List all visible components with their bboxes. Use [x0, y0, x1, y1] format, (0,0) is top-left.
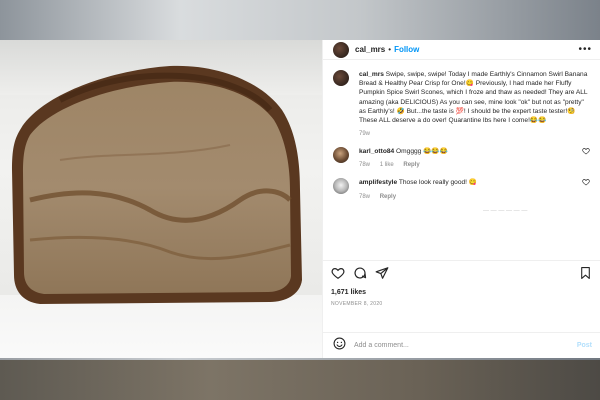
- comment-text: Those look really good! 😋: [398, 179, 478, 187]
- share-icon[interactable]: [375, 266, 389, 285]
- commenter-avatar[interactable]: [333, 147, 349, 164]
- post-header: cal_mrs • Follow •••: [323, 40, 600, 60]
- post-date[interactable]: NOVEMBER 8, 2020: [331, 301, 592, 307]
- comment-username[interactable]: amplifestyle: [359, 179, 397, 186]
- header-separator: •: [388, 45, 392, 54]
- like-comment-heart-icon[interactable]: [582, 178, 590, 188]
- comment-text: Omgggg 😂😂😂: [396, 148, 448, 156]
- caption: cal_mrs Swipe, swipe, swipe! Today I mad…: [333, 70, 590, 137]
- caption-age[interactable]: 79w: [359, 131, 370, 137]
- author-avatar[interactable]: [333, 41, 349, 58]
- author-username[interactable]: cal_mrs: [355, 45, 385, 54]
- caption-text: Swipe, swipe, swipe! Today I made Earthl…: [359, 71, 588, 125]
- caption-username[interactable]: cal_mrs: [359, 71, 384, 78]
- banana-bread-slice: [12, 65, 302, 304]
- comment-icon[interactable]: [353, 266, 367, 285]
- like-comment-heart-icon[interactable]: [582, 147, 590, 157]
- post-comment-button[interactable]: Post: [577, 342, 592, 349]
- likes-count[interactable]: 1,671 likes: [331, 289, 592, 296]
- comment-item: amplifestyle Those look really good! 😋 7…: [333, 178, 590, 200]
- bookmark-icon[interactable]: [579, 266, 592, 285]
- backdrop-bottom: [0, 360, 600, 400]
- heart-icon[interactable]: [331, 266, 345, 285]
- faded-comment-preview: — — — — — —: [483, 207, 528, 214]
- backdrop-top: [0, 0, 600, 40]
- comment-likes[interactable]: 1 like: [380, 162, 394, 168]
- comment-age[interactable]: 78w: [359, 194, 370, 200]
- commenter-avatar[interactable]: [333, 178, 349, 195]
- more-options-icon[interactable]: •••: [578, 44, 592, 55]
- comments-list: cal_mrs Swipe, swipe, swipe! Today I mad…: [323, 60, 600, 260]
- reply-button[interactable]: Reply: [380, 194, 396, 200]
- follow-button[interactable]: Follow: [394, 45, 419, 54]
- post-photo[interactable]: [0, 40, 322, 358]
- comment-age[interactable]: 78w: [359, 162, 370, 168]
- caption-avatar[interactable]: [333, 70, 349, 86]
- post-side-panel: cal_mrs • Follow ••• cal_mrs Swipe, swip…: [322, 40, 600, 358]
- post-modal: cal_mrs • Follow ••• cal_mrs Swipe, swip…: [0, 40, 600, 358]
- reply-button[interactable]: Reply: [403, 162, 419, 168]
- comment-item: karl_otto84 Omgggg 😂😂😂 78w 1 like Reply: [333, 147, 590, 168]
- add-comment-input[interactable]: Add a comment...: [354, 342, 409, 349]
- comment-username[interactable]: karl_otto84: [359, 148, 394, 155]
- post-actions: 1,671 likes NOVEMBER 8, 2020: [323, 260, 600, 332]
- emoji-icon[interactable]: [333, 337, 346, 355]
- comment-composer: Add a comment... Post: [323, 332, 600, 358]
